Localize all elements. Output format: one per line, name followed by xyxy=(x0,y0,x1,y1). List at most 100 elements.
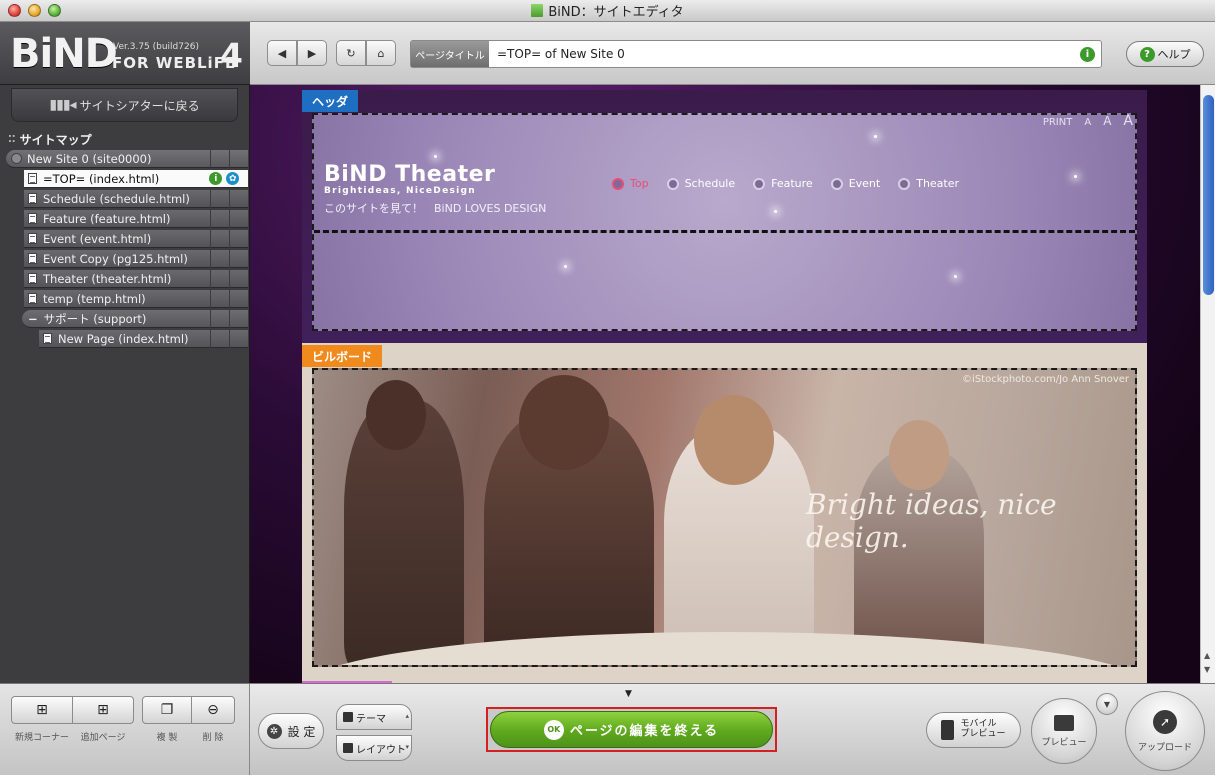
title-bar: BiND：サイトエディタ xyxy=(0,0,1215,22)
billboard-photo-figure xyxy=(519,375,609,470)
print-link[interactable]: PRINT xyxy=(1043,117,1073,128)
add-page-label: 追加ページ xyxy=(80,733,126,743)
preview-icon xyxy=(1054,714,1074,731)
sitemap-folder-support[interactable]: − サポート (support) xyxy=(22,310,248,328)
scroll-up-icon[interactable]: ▲ xyxy=(1204,651,1210,660)
mobile-preview-button[interactable]: モバイル プレビュー xyxy=(926,712,1021,748)
theme-icon xyxy=(343,712,353,722)
duplicate-button[interactable]: ❐ xyxy=(142,696,192,724)
layout-stepper-icon: ▾ xyxy=(405,743,409,751)
page-icon xyxy=(28,213,37,224)
sitemap-page-feature[interactable]: Feature (feature.html) xyxy=(24,210,248,228)
sitemap-page-event-copy[interactable]: Event Copy (pg125.html) xyxy=(24,250,248,268)
layout-button[interactable]: レイアウト ▾ xyxy=(336,735,412,761)
nav-theater[interactable]: Theater xyxy=(898,177,959,190)
font-medium-link[interactable]: A xyxy=(1103,114,1111,128)
page-icon xyxy=(28,293,37,304)
back-button[interactable]: ◀ xyxy=(267,40,297,66)
new-corner-button[interactable]: ⊞ xyxy=(11,696,73,724)
theme-stepper-icon: ▴ xyxy=(405,712,409,720)
page-label: temp (temp.html) xyxy=(43,291,146,306)
header-edit-area[interactable]: PRINT A A A BiND Theater Brightideas, Ni… xyxy=(312,113,1137,331)
nav-label: Feature xyxy=(771,177,813,190)
duplicate-icon: ❐ xyxy=(160,702,174,718)
back-to-site-theater-label: サイトシアターに戻る xyxy=(79,98,200,113)
site-catchphrase: このサイトを見て！ BiND LOVES DESIGN xyxy=(324,202,547,215)
canvas-scrollbar[interactable]: ▲ ▼ xyxy=(1200,85,1215,683)
sitemap-page-theater[interactable]: Theater (theater.html) xyxy=(24,270,248,288)
help-button[interactable]: ? ヘルプ xyxy=(1126,41,1204,67)
sitemap-page-top[interactable]: =TOP= (index.html) i ✿ xyxy=(24,170,248,188)
settings-button[interactable]: ✲ 設 定 xyxy=(258,713,324,749)
forward-button[interactable]: ▶ xyxy=(297,40,327,66)
close-window-button[interactable] xyxy=(8,4,21,17)
mobile-phone-icon xyxy=(941,720,955,740)
new-corner-icon: ⊞ xyxy=(36,702,48,718)
mobile-preview-label: モバイル プレビュー xyxy=(960,719,1006,740)
sitemap-page-temp[interactable]: temp (temp.html) xyxy=(24,290,248,308)
top-toolbar: ◀ ▶ ↻ ⌂ ページタイトル =TOP= of New Site 0 i ? … xyxy=(250,22,1215,85)
help-question-icon: ? xyxy=(1139,46,1155,62)
billboard-photo-figure xyxy=(366,380,426,450)
print-and-font-size-links: PRINT A A A xyxy=(1043,113,1133,129)
back-to-site-theater-button[interactable]: ▮▮▮◂ サイトシアターに戻る xyxy=(11,88,238,122)
sitemap-page-event[interactable]: Event (event.html) xyxy=(24,230,248,248)
nav-schedule[interactable]: Schedule xyxy=(666,177,735,190)
page-editor-canvas[interactable]: ヘッダ PRINT A A A BiND Theater Brightideas… xyxy=(250,85,1200,683)
theme-button[interactable]: テーマ ▴ xyxy=(336,704,412,730)
nav-bullet-icon xyxy=(612,177,624,190)
header-block[interactable]: ヘッダ PRINT A A A BiND Theater Brightideas… xyxy=(302,90,1147,345)
layout-icon xyxy=(343,743,353,753)
collapse-panel-icon[interactable]: ▼ xyxy=(625,689,632,699)
add-page-button[interactable]: ⊞ xyxy=(72,696,134,724)
page-icon xyxy=(28,233,37,244)
page-title-value[interactable]: =TOP= of New Site 0 xyxy=(497,47,625,61)
scrollbar-thumb[interactable] xyxy=(1203,95,1214,295)
home-icon: ⌂ xyxy=(377,46,385,60)
preview-options-button[interactable]: ▼ xyxy=(1096,693,1118,715)
nav-bullet-icon xyxy=(830,177,843,190)
scroll-down-icon[interactable]: ▼ xyxy=(1204,665,1210,674)
sitemap-site-root[interactable]: New Site 0 (site0000) xyxy=(6,150,248,168)
logo-name: BiND xyxy=(10,31,118,77)
page-icon xyxy=(43,333,52,344)
nav-bullet-icon xyxy=(898,177,911,190)
page-label: Event Copy (pg125.html) xyxy=(43,251,188,266)
page-info-icon[interactable]: i xyxy=(209,172,223,185)
nav-feature[interactable]: Feature xyxy=(753,177,813,190)
minimize-window-button[interactable] xyxy=(28,4,41,17)
nav-event[interactable]: Event xyxy=(830,177,881,190)
billboard-block-tag[interactable]: ビルボード xyxy=(302,345,383,367)
nav-top[interactable]: Top xyxy=(612,177,649,190)
preview-button[interactable]: プレビュー xyxy=(1031,698,1097,764)
settings-label: 設 定 xyxy=(287,724,316,739)
site-name: BiND Theater xyxy=(324,162,496,187)
billboard-photo-figure xyxy=(694,395,774,485)
theme-label: テーマ xyxy=(356,713,386,725)
font-large-link[interactable]: A xyxy=(1123,113,1133,129)
billboard-edit-area[interactable]: ©iStockphoto.com/Jo Ann Snover Bright id… xyxy=(312,368,1137,667)
info-icon[interactable]: i xyxy=(1080,47,1095,62)
logo-version: Ver.3.75 (build726) xyxy=(113,42,199,52)
upload-button[interactable]: ➚ アップロード xyxy=(1125,691,1205,771)
page-label: New Page (index.html) xyxy=(58,331,189,346)
nav-bullet-icon xyxy=(753,177,766,190)
billboard-block[interactable]: ビルボード ©iStockphoto.com/Jo Ann Snover Bri… xyxy=(302,343,1147,683)
zoom-window-button[interactable] xyxy=(48,4,61,17)
header-block-tag[interactable]: ヘッダ xyxy=(302,90,359,112)
mobile-preview-label-line2: プレビュー xyxy=(960,729,1006,739)
preview-label: プレビュー xyxy=(1041,737,1087,748)
collapse-folder-icon[interactable]: − xyxy=(28,312,38,326)
home-button[interactable]: ⌂ xyxy=(366,40,396,66)
page-title-field[interactable]: ページタイトル =TOP= of New Site 0 i xyxy=(410,40,1102,68)
nav-label: Event xyxy=(848,177,881,190)
font-small-link[interactable]: A xyxy=(1084,117,1091,128)
reload-button[interactable]: ↻ xyxy=(336,40,366,66)
page-label: Schedule (schedule.html) xyxy=(43,191,190,206)
finish-editing-highlight: OK ページの編集を終える xyxy=(486,707,777,752)
finish-editing-button[interactable]: OK ページの編集を終える xyxy=(490,711,773,748)
sitemap-page-schedule[interactable]: Schedule (schedule.html) xyxy=(24,190,248,208)
page-settings-icon[interactable]: ✿ xyxy=(226,172,240,185)
delete-button[interactable]: ⊖ xyxy=(191,696,235,724)
sitemap-page-new-page[interactable]: New Page (index.html) xyxy=(39,330,248,348)
